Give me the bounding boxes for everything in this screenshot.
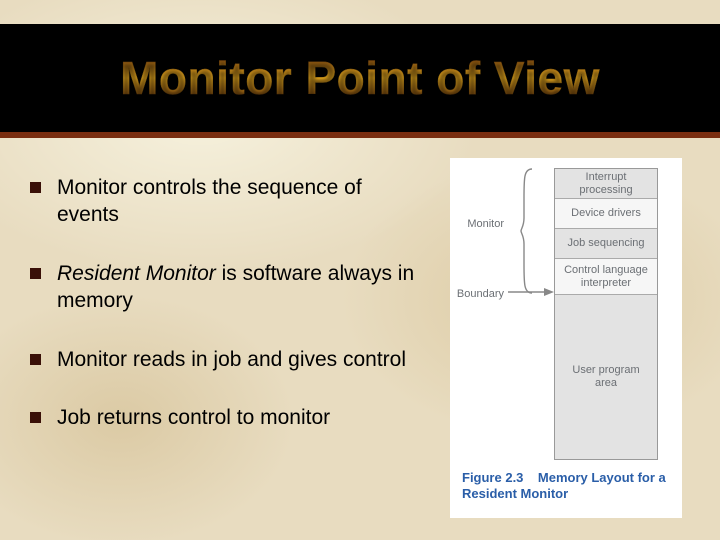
bullet-text: Resident Monitor is software always in m… (57, 261, 425, 315)
title-band: Monitor Point of View (0, 24, 720, 132)
list-item: Monitor controls the sequence of events (30, 175, 425, 229)
bullet-text: Monitor reads in job and gives control (57, 347, 406, 374)
bullet-text: Job returns control to monitor (57, 405, 330, 432)
title-wrap: Monitor Point of View (120, 51, 600, 105)
list-item: Job returns control to monitor (30, 405, 425, 432)
bullet-list: Monitor controls the sequence of events … (30, 175, 425, 464)
bullet-text: Monitor controls the sequence of events (57, 175, 425, 229)
memory-rect: Interrupt processing Device drivers Job … (554, 168, 658, 460)
box-device: Device drivers (555, 199, 657, 229)
caption-figure-number: Figure 2.3 (462, 470, 523, 485)
figure: Monitor Boundary Interrupt processing De… (450, 158, 682, 518)
bullet-icon (30, 182, 41, 193)
list-item: Resident Monitor is software always in m… (30, 261, 425, 315)
brace-monitor-icon (520, 168, 534, 294)
bullet-icon (30, 354, 41, 365)
box-user: User program area (555, 295, 657, 459)
figure-caption: Figure 2.3 Memory Layout for a Resident … (462, 470, 682, 503)
box-cli: Control language interpreter (555, 259, 657, 295)
box-interrupt: Interrupt processing (555, 169, 657, 199)
label-boundary: Boundary (450, 288, 504, 300)
bullet-icon (30, 268, 41, 279)
slide-title: Monitor Point of View (120, 51, 600, 105)
bullet-icon (30, 412, 41, 423)
arrow-boundary-icon (508, 286, 554, 298)
label-monitor: Monitor (450, 218, 504, 230)
box-jobseq: Job sequencing (555, 229, 657, 259)
list-item: Monitor reads in job and gives control (30, 347, 425, 374)
